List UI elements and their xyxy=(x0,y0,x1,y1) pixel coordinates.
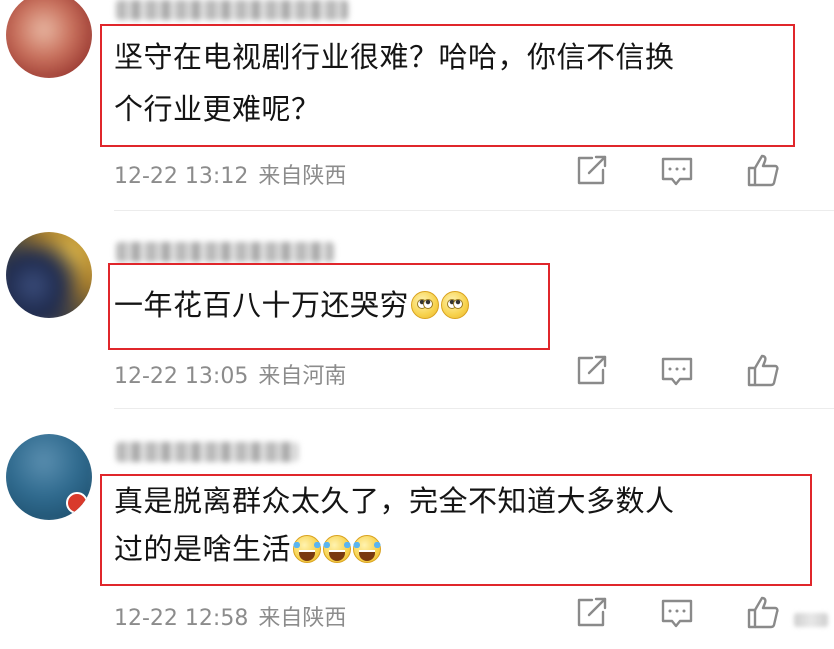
comment-time: 12-22 13:12 xyxy=(114,164,249,189)
comment-text-line: 个行业更难呢？ xyxy=(114,92,321,126)
comment-time: 12-22 12:58 xyxy=(114,606,249,631)
like-icon xyxy=(747,596,779,629)
share-button[interactable] xyxy=(572,352,610,390)
like-icon xyxy=(747,154,779,187)
avatar[interactable] xyxy=(6,232,92,318)
comment-text: 一年花百八十万还哭穷 xyxy=(114,288,410,322)
watermark xyxy=(794,613,828,627)
comment-text-line: 真是脱离群众太久了，完全不知道大多数人 xyxy=(114,484,675,518)
comment-location: 来自河南 xyxy=(258,364,347,389)
like-icon xyxy=(747,354,779,387)
username-blurred[interactable] xyxy=(116,242,334,262)
comment-location: 来自陕西 xyxy=(258,164,347,189)
reply-icon xyxy=(661,157,693,186)
comment-text: 过的是啥生活 xyxy=(114,532,292,566)
comment-meta: 12-22 13:12 来自陕西 xyxy=(114,158,346,190)
username-blurred[interactable] xyxy=(116,442,298,462)
share-icon xyxy=(577,355,607,385)
share-icon xyxy=(577,597,607,627)
comment-divider xyxy=(114,210,834,211)
laugh-cry-emoji xyxy=(291,535,324,563)
share-button[interactable] xyxy=(572,152,610,190)
verified-badge-icon xyxy=(66,492,88,514)
avatar[interactable] xyxy=(6,434,92,520)
reply-button[interactable] xyxy=(658,152,696,190)
like-button[interactable] xyxy=(744,594,782,632)
laugh-cry-emoji xyxy=(351,535,384,563)
comment-time: 12-22 13:05 xyxy=(114,364,249,389)
username-blurred[interactable] xyxy=(116,0,348,20)
comment-text-line: 坚守在电视剧行业很难？哈哈，你信不信换 xyxy=(114,40,675,74)
reply-button[interactable] xyxy=(658,594,696,632)
rolling-eyes-emoji xyxy=(411,291,440,319)
comment-meta: 12-22 13:05 来自河南 xyxy=(114,358,346,390)
share-icon xyxy=(577,155,607,185)
comment-text-line: 过的是啥生活 xyxy=(114,526,384,573)
reply-button[interactable] xyxy=(658,352,696,390)
comment-meta: 12-22 12:58 来自陕西 xyxy=(114,600,346,632)
reply-icon xyxy=(661,599,693,628)
comment-location: 来自陕西 xyxy=(258,606,347,631)
rolling-eyes-emoji xyxy=(441,291,470,319)
avatar[interactable] xyxy=(6,0,92,78)
comment-item: 坚守在电视剧行业很难？哈哈，你信不信换 个行业更难呢？ 12-22 13:12 来… xyxy=(0,0,834,200)
like-button[interactable] xyxy=(744,352,782,390)
laugh-cry-emoji xyxy=(321,535,354,563)
like-button[interactable] xyxy=(744,152,782,190)
reply-icon xyxy=(661,357,693,386)
comment-divider xyxy=(114,408,834,409)
comment-text-line: 一年花百八十万还哭穷 xyxy=(114,282,470,329)
share-button[interactable] xyxy=(572,594,610,632)
